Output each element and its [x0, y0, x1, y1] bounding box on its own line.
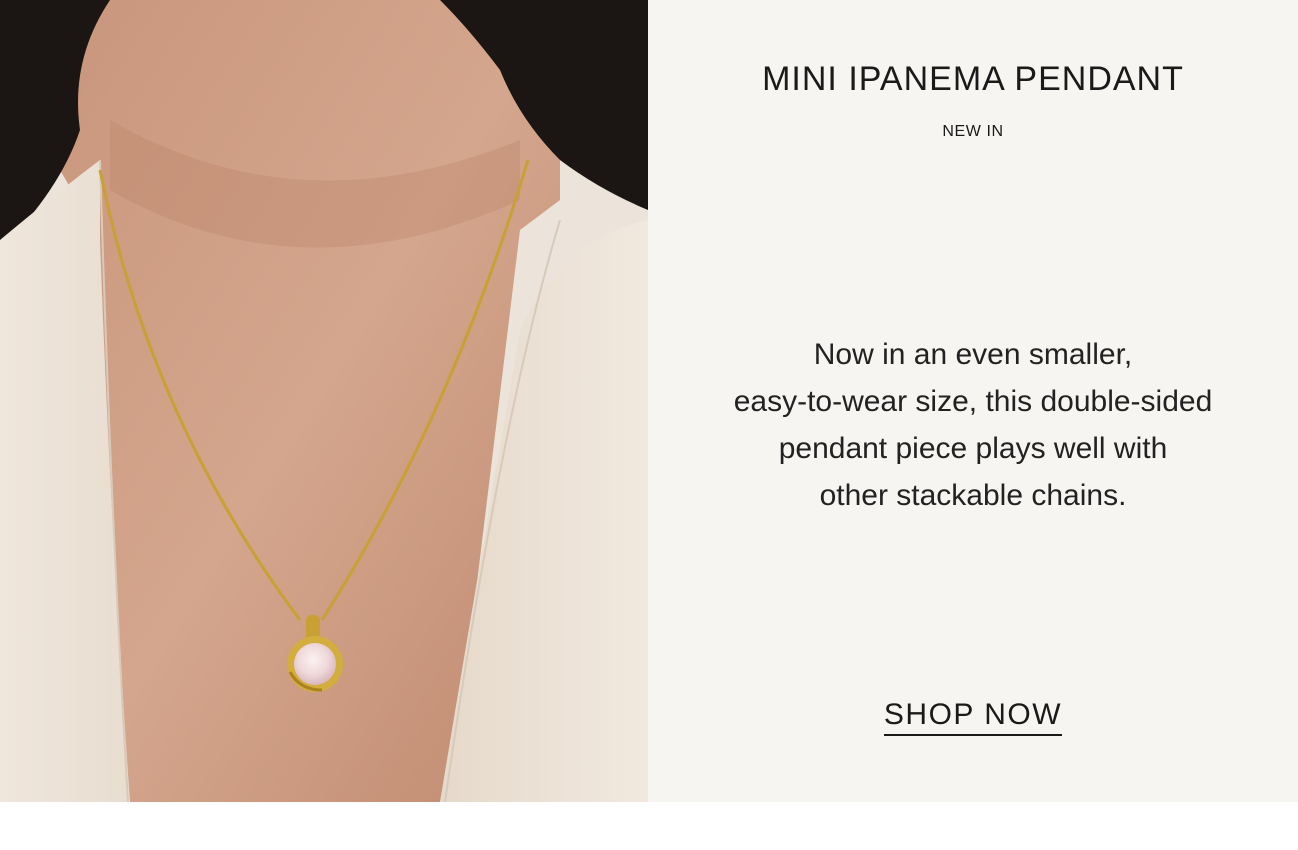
- product-title: MINI IPANEMA PENDANT: [762, 60, 1184, 98]
- cta-container: SHOP NOW: [648, 698, 1298, 736]
- bottom-spacer: [0, 802, 1298, 850]
- shop-now-link[interactable]: SHOP NOW: [883, 698, 1063, 736]
- product-description: Now in an even smaller, easy-to-wear siz…: [648, 331, 1298, 519]
- product-photo[interactable]: [0, 0, 648, 802]
- description-line: easy-to-wear size, this double-sided: [733, 385, 1213, 418]
- description-line: other stackable chains.: [819, 479, 1127, 512]
- product-info-panel: MINI IPANEMA PENDANT NEW IN Now in an ev…: [648, 0, 1298, 802]
- product-hero: MINI IPANEMA PENDANT NEW IN Now in an ev…: [0, 0, 1298, 802]
- pendant-on-model-illustration: [0, 0, 648, 802]
- description-line: Now in an even smaller,: [813, 338, 1133, 371]
- description-line: pendant piece plays well with: [778, 432, 1168, 465]
- new-in-tag: NEW IN: [942, 123, 1004, 140]
